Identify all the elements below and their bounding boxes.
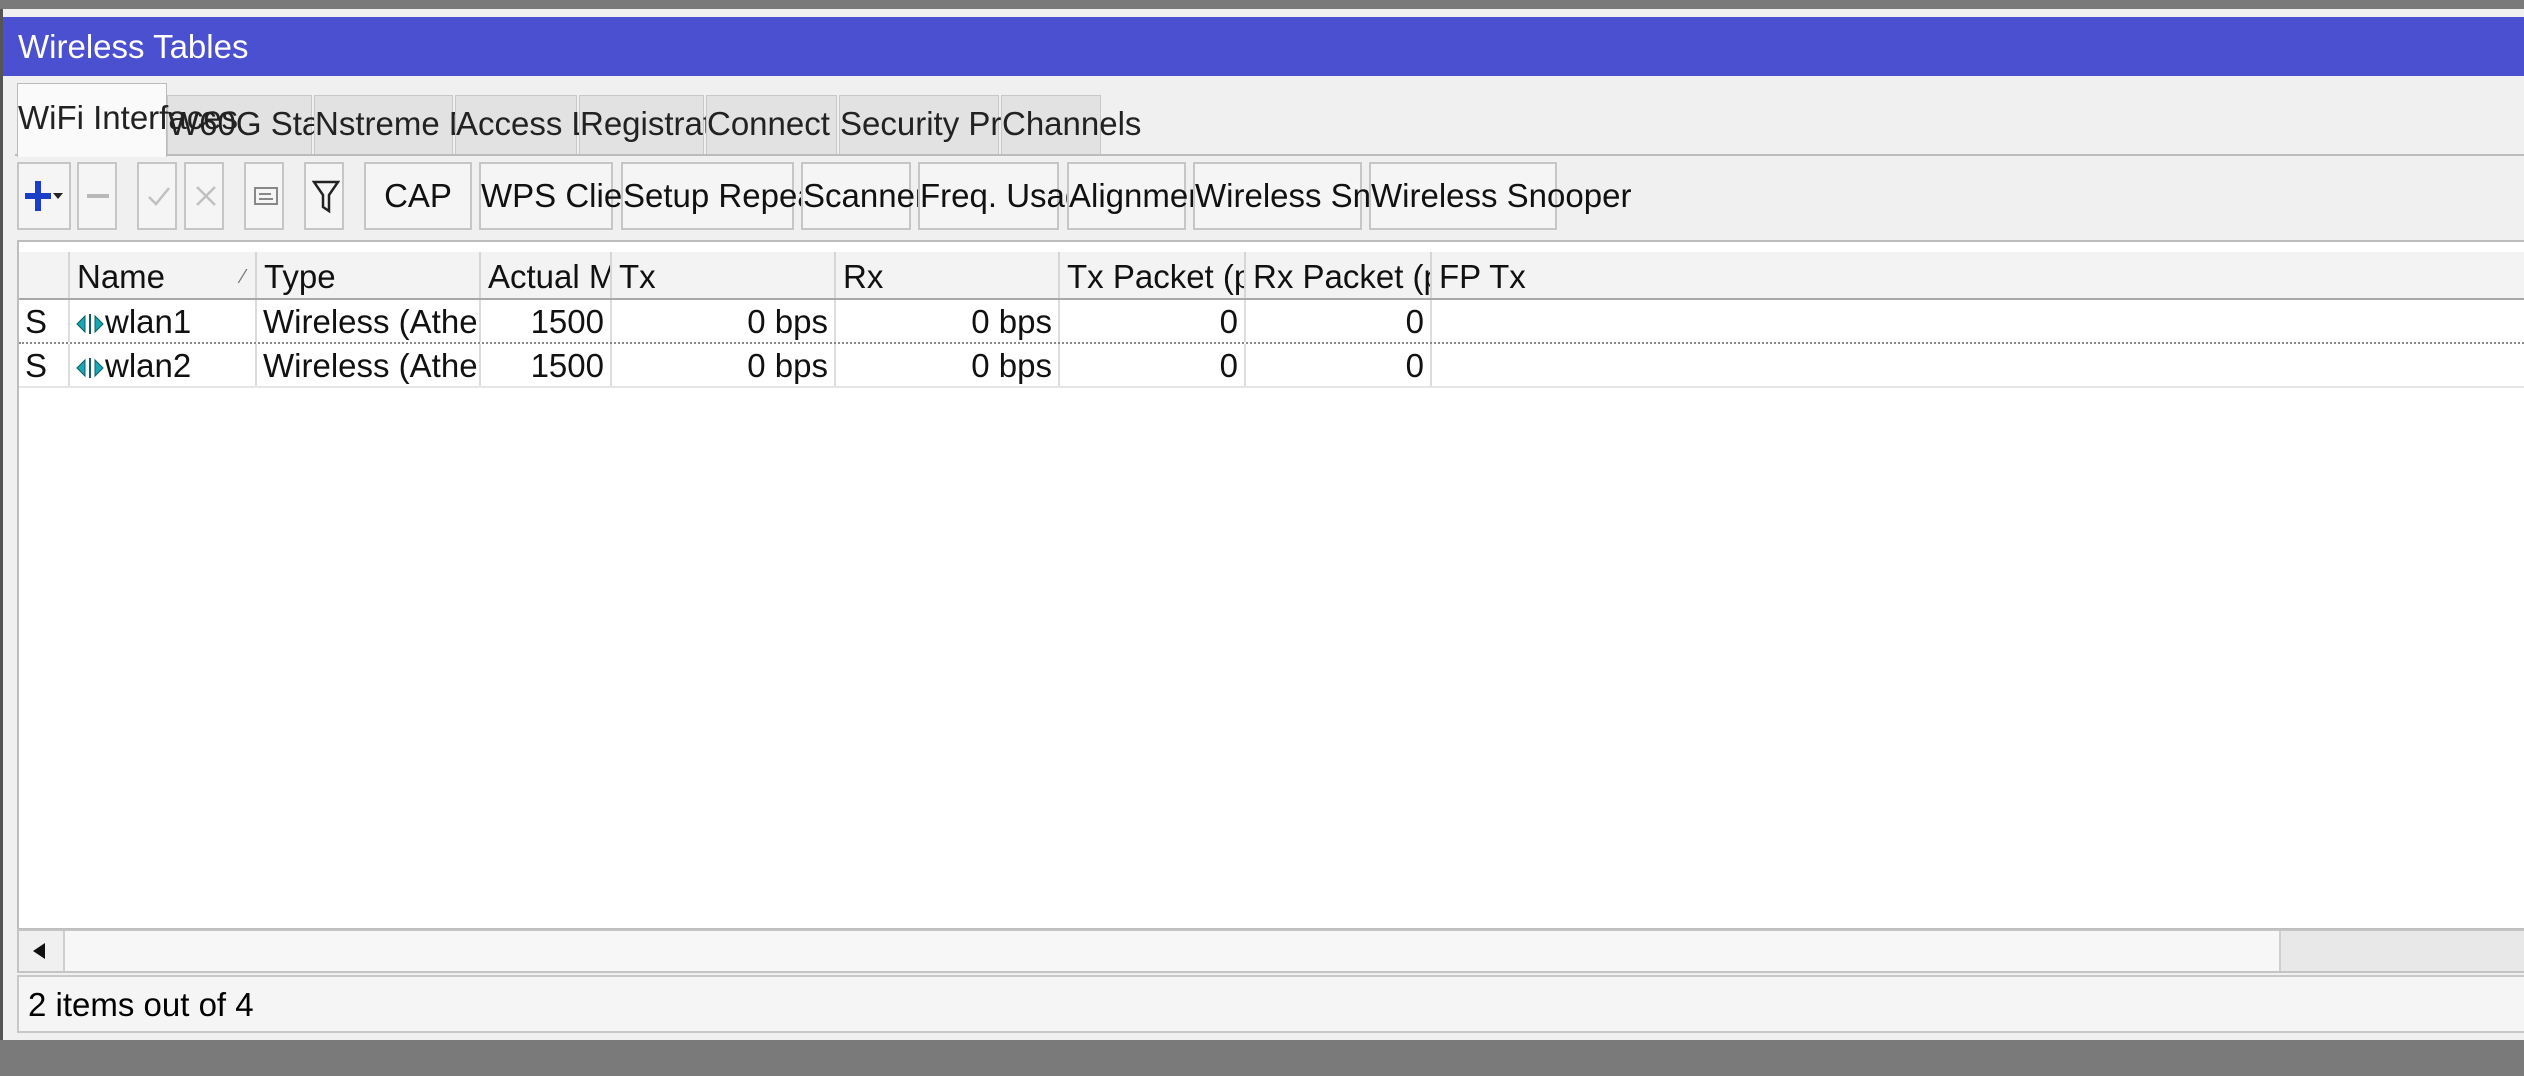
interfaces-table: Name ⁄ Type Actual MTU Tx Rx Tx Packet (… xyxy=(17,240,2524,930)
remove-button[interactable] xyxy=(77,162,117,230)
scanner-button[interactable]: Scanner xyxy=(801,162,926,230)
mtu-cell: 1500 xyxy=(481,300,612,342)
window-title[interactable]: Wireless Tables xyxy=(3,17,2524,76)
interface-name: wlan2 xyxy=(105,347,192,384)
wps-client-button[interactable]: WPS Client xyxy=(479,162,650,230)
tab-connect-list[interactable]: Connect List xyxy=(706,95,890,155)
filter-button[interactable] xyxy=(304,162,344,230)
status-bar: 2 items out of 4 xyxy=(17,975,2524,1033)
fp-tx-cell xyxy=(1432,300,1582,342)
wireless-sniffer-button[interactable]: Wireless Sniffer xyxy=(1193,162,1425,230)
comment-button[interactable] xyxy=(244,162,284,230)
tab-security-profiles[interactable]: Security Profiles xyxy=(839,95,1078,155)
horizontal-scrollbar[interactable] xyxy=(17,929,2524,973)
tx-packet-cell: 0 xyxy=(1060,300,1246,342)
freq-usage-button[interactable]: Freq. Usage xyxy=(918,162,1102,230)
rx-cell: 0 bps xyxy=(836,344,1060,386)
add-icon xyxy=(25,181,63,211)
name-cell: wlan1 xyxy=(70,300,257,342)
column-header-flags[interactable] xyxy=(19,252,70,298)
type-cell: Wireless (Atheros AR9... xyxy=(257,300,481,342)
rx-packet-cell: 0 xyxy=(1246,300,1432,342)
column-header-type[interactable]: Type xyxy=(257,252,481,298)
disable-button[interactable] xyxy=(184,162,224,230)
setup-repeater-button[interactable]: Setup Repeater xyxy=(621,162,854,230)
remove-icon xyxy=(87,194,109,198)
interface-name: wlan1 xyxy=(105,303,192,340)
table-header: Name ⁄ Type Actual MTU Tx Rx Tx Packet (… xyxy=(19,252,2524,300)
column-header-rx-packet[interactable]: Rx Packet (p/s) xyxy=(1246,252,1432,298)
rx-packet-cell: 0 xyxy=(1246,344,1432,386)
wireless-tables-window: Wireless Tables WiFi Interfaces W60G Sta… xyxy=(0,9,2524,1040)
wireless-interface-icon xyxy=(76,358,104,379)
wireless-interface-icon xyxy=(76,314,104,335)
tab-channels[interactable]: Channels xyxy=(1001,95,1141,155)
column-header-tx[interactable]: Tx xyxy=(612,252,836,298)
wireless-snooper-button[interactable]: Wireless Snooper xyxy=(1369,162,1631,230)
tab-wifi-interfaces[interactable]: WiFi Interfaces xyxy=(17,83,238,157)
type-cell: Wireless (Atheros AR9... xyxy=(257,344,481,386)
tab-registration[interactable]: Registration xyxy=(579,95,756,155)
tx-cell: 0 bps xyxy=(612,344,836,386)
table-row[interactable]: S wlan1 Wireless (Atheros AR9... 1500 0 … xyxy=(19,300,2524,344)
scrollbar-thumb[interactable] xyxy=(65,931,2281,971)
flag-cell: S xyxy=(19,300,70,342)
sort-ascending-icon: ⁄ xyxy=(241,266,245,288)
enable-button[interactable] xyxy=(137,162,177,230)
comment-icon xyxy=(254,187,278,205)
tx-packet-cell: 0 xyxy=(1060,344,1246,386)
scroll-left-button[interactable] xyxy=(19,931,65,971)
cap-button[interactable]: CAP xyxy=(364,162,472,230)
column-header-name-label: Name xyxy=(77,258,166,295)
fp-tx-cell xyxy=(1432,344,1582,386)
column-header-fp-tx[interactable]: FP Tx xyxy=(1432,252,1582,298)
mtu-cell: 1500 xyxy=(481,344,612,386)
flag-cell: S xyxy=(19,344,70,386)
tx-cell: 0 bps xyxy=(612,300,836,342)
enable-icon xyxy=(148,187,170,206)
add-button[interactable] xyxy=(17,162,71,230)
alignment-button[interactable]: Alignment xyxy=(1067,162,1216,230)
filter-icon xyxy=(312,180,340,214)
column-header-name[interactable]: Name ⁄ xyxy=(70,252,257,298)
tab-divider xyxy=(15,154,2524,156)
scroll-left-icon xyxy=(33,943,45,959)
disable-icon xyxy=(196,186,216,206)
table-row[interactable]: S wlan2 Wireless (Atheros AR9... 1500 0 … xyxy=(19,344,2524,388)
column-header-rx[interactable]: Rx xyxy=(836,252,1060,298)
tab-nstreme-dual[interactable]: Nstreme Dual xyxy=(314,95,517,155)
column-header-actual-mtu[interactable]: Actual MTU xyxy=(481,252,612,298)
column-header-tx-packet[interactable]: Tx Packet (p/s) xyxy=(1060,252,1246,298)
desktop-strip xyxy=(0,0,2524,9)
name-cell: wlan2 xyxy=(70,344,257,386)
rx-cell: 0 bps xyxy=(836,300,1060,342)
tab-access-list[interactable]: Access List xyxy=(455,95,623,155)
